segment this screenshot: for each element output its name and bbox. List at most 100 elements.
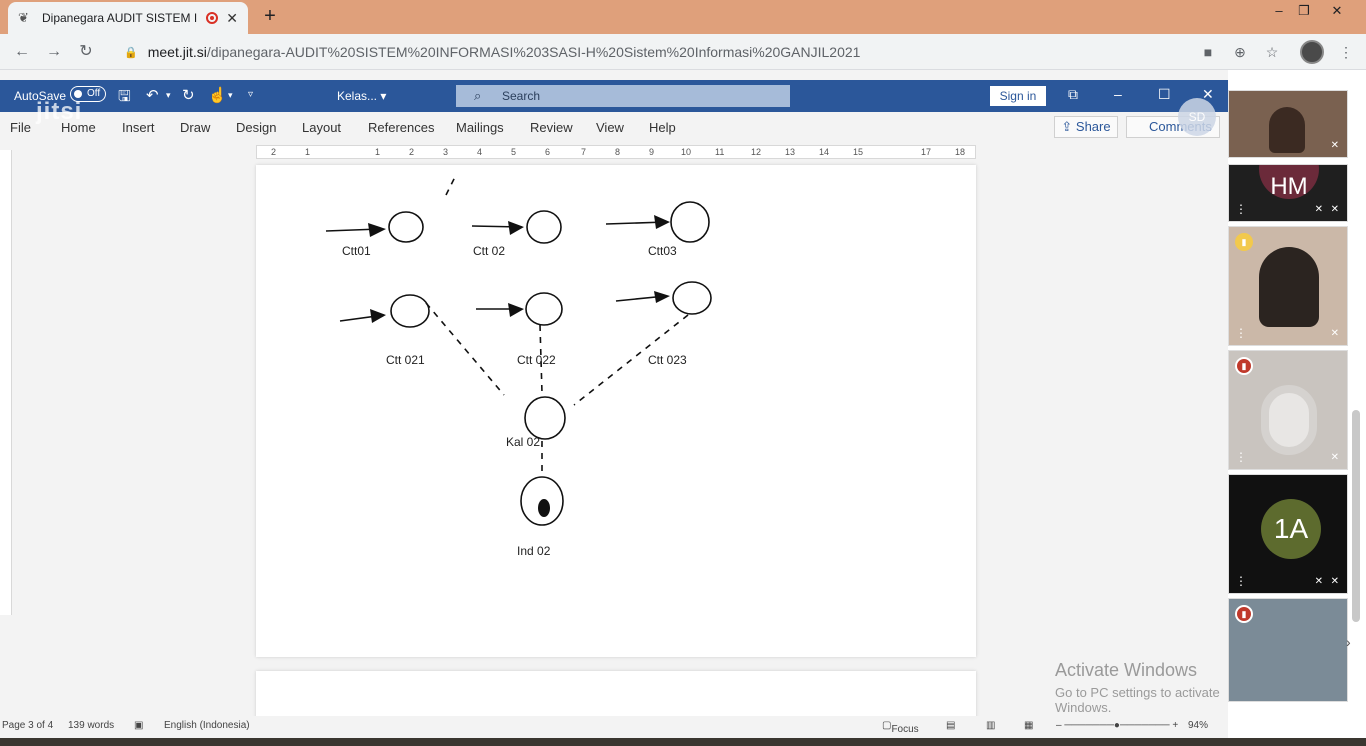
document-name[interactable]: Kelas... ▾: [337, 89, 386, 103]
browser-tab[interactable]: ❦ Dipanegara AUDIT SISTEM II ✕: [8, 2, 248, 34]
web-layout-icon[interactable]: ▦: [1024, 720, 1033, 731]
proofing-icon[interactable]: ▣: [134, 720, 143, 731]
ruler-tick: 2: [409, 147, 415, 157]
address-bar[interactable]: 🔒 meet.jit.si/dipanegara-AUDIT%20SISTEM%…: [110, 38, 1290, 66]
recording-icon: [206, 12, 219, 24]
chevron-right-icon[interactable]: ›: [1346, 634, 1351, 650]
connection-indicator-icon[interactable]: ▮: [1235, 233, 1253, 251]
close-tab-icon[interactable]: ✕: [226, 10, 238, 27]
more-options-icon[interactable]: ⋮: [1235, 575, 1247, 587]
ribbon-display-icon[interactable]: ⧉: [1068, 86, 1078, 103]
undo-icon[interactable]: ↶: [146, 86, 159, 104]
ruler-tick: 10: [681, 147, 692, 157]
zoom-level[interactable]: 94%: [1188, 720, 1208, 731]
ruler-tick: 2: [271, 147, 277, 157]
activate-subtitle: Go to PC settings to activate Windows.: [1055, 685, 1220, 715]
node-label-kal02: Kal 02.: [506, 435, 544, 449]
touch-mode-icon[interactable]: ☝: [208, 86, 227, 104]
search-icon: ⌕: [474, 88, 482, 103]
tab-layout[interactable]: Layout: [302, 120, 341, 135]
url-path: /dipanegara-AUDIT%20SISTEM%20INFORMASI%2…: [206, 44, 861, 60]
word-title-bar: AutoSave Off 🖫 ↶ ▾ ↻ ☝ ▾ ▿ Kelas... ▾ ⌕ …: [0, 80, 1228, 112]
page-count[interactable]: Page 3 of 4: [2, 720, 53, 731]
tab-mailings[interactable]: Mailings: [456, 120, 504, 135]
add-icon[interactable]: ⊕: [1230, 42, 1250, 62]
hand-drawn-diagram: [325, 174, 712, 526]
activate-title: Activate Windows: [1055, 660, 1198, 680]
ruler-tick: 1: [375, 147, 381, 157]
ruler-tick: 5: [511, 147, 517, 157]
ruler-tick: 4: [477, 147, 483, 157]
node-label-ctt03: Ctt03: [648, 244, 677, 258]
url-host: meet.jit.si: [147, 44, 207, 60]
node-label-ctt01: Ctt01: [342, 244, 371, 258]
redo-icon[interactable]: ↻: [182, 86, 195, 104]
participant-video: [1269, 107, 1305, 153]
search-placeholder: Search: [502, 89, 541, 103]
participant-video: [1259, 247, 1319, 327]
tab-insert[interactable]: Insert: [122, 120, 155, 135]
forward-arrow-icon[interactable]: →: [42, 40, 66, 64]
ruler-tick: 11: [715, 147, 725, 157]
print-layout-icon[interactable]: ▥: [986, 720, 995, 731]
touch-dropdown-icon[interactable]: ▾: [228, 90, 233, 101]
sign-in-button[interactable]: Sign in: [990, 86, 1046, 106]
back-arrow-icon[interactable]: ←: [10, 40, 34, 64]
windows-taskbar: [0, 738, 1366, 746]
mic-muted-icon: ✕: [1330, 204, 1339, 215]
tab-view[interactable]: View: [596, 120, 624, 135]
tab-draw[interactable]: Draw: [180, 120, 210, 135]
participant-tile[interactable]: HM ⋮ ✕ ✕: [1228, 164, 1348, 222]
new-tab-button[interactable]: +: [258, 4, 282, 28]
save-icon[interactable]: 🖫: [118, 86, 131, 111]
participant-tile[interactable]: ✕: [1228, 90, 1348, 158]
lock-icon: 🔒: [124, 46, 138, 59]
more-options-icon[interactable]: ⋮: [1235, 451, 1247, 463]
mic-muted-icon: ✕: [1330, 576, 1339, 587]
customize-qat-icon[interactable]: ▿: [248, 89, 253, 100]
read-mode-icon[interactable]: ▤: [946, 720, 955, 731]
bookmark-star-icon[interactable]: ☆: [1262, 42, 1282, 62]
ruler-tick: 9: [649, 147, 655, 157]
reload-icon[interactable]: ↻: [74, 40, 98, 64]
tab-references[interactable]: References: [368, 120, 434, 135]
camera-icon[interactable]: ■: [1198, 42, 1218, 62]
user-avatar[interactable]: SD: [1178, 98, 1216, 136]
participant-tile[interactable]: ▮: [1228, 598, 1348, 702]
document-page[interactable]: Ctt01 Ctt 02 Ctt03 Ctt 021 Ctt 022 Ctt 0…: [256, 165, 976, 657]
participant-tile[interactable]: ▮ ⋮ ✕: [1228, 226, 1348, 346]
word-status-bar: Page 3 of 4 139 words ▣ English (Indones…: [0, 716, 1228, 736]
camera-off-icon: ✕: [1314, 204, 1323, 215]
window-restore-button[interactable]: ❐: [1287, 0, 1321, 22]
filmstrip-scrollbar[interactable]: [1352, 410, 1360, 622]
mic-muted-icon: ✕: [1330, 328, 1339, 339]
tab-help[interactable]: Help: [649, 120, 676, 135]
profile-avatar[interactable]: [1300, 40, 1324, 64]
more-menu-icon[interactable]: ⋮: [1336, 42, 1356, 62]
word-search-box[interactable]: ⌕ Search: [456, 85, 790, 107]
ruler-tick: 8: [615, 147, 621, 157]
connection-indicator-icon[interactable]: ▮: [1235, 605, 1253, 623]
tab-review[interactable]: Review: [530, 120, 573, 135]
node-label-ctt02: Ctt 02: [473, 244, 506, 258]
focus-mode-button[interactable]: ▢ Focus: [882, 720, 919, 735]
tab-design[interactable]: Design: [236, 120, 276, 135]
participant-tile[interactable]: ▮ ⋮ ✕: [1228, 350, 1348, 470]
node-label-ctt021: Ctt 021: [386, 353, 425, 367]
more-options-icon[interactable]: ⋮: [1235, 327, 1247, 339]
tab-file[interactable]: File: [10, 120, 31, 135]
share-button[interactable]: ⇪ Share: [1054, 116, 1118, 138]
word-maximize-button[interactable]: ☐: [1158, 86, 1171, 103]
undo-dropdown-icon[interactable]: ▾: [166, 90, 171, 101]
word-count[interactable]: 139 words: [68, 720, 114, 731]
ruler-tick: 12: [751, 147, 762, 157]
language-status[interactable]: English (Indonesia): [164, 720, 250, 731]
word-minimize-button[interactable]: –: [1114, 86, 1122, 102]
window-close-button[interactable]: ✕: [1320, 0, 1354, 22]
ruler-tick: 3: [443, 147, 449, 157]
more-options-icon[interactable]: ⋮: [1235, 203, 1247, 215]
focus-label: Focus: [891, 724, 919, 735]
connection-indicator-icon[interactable]: ▮: [1235, 357, 1253, 375]
zoom-slider[interactable]: – ───────●─────── +: [1056, 720, 1178, 731]
participant-tile[interactable]: 1A ⋮ ✕ ✕: [1228, 474, 1348, 594]
